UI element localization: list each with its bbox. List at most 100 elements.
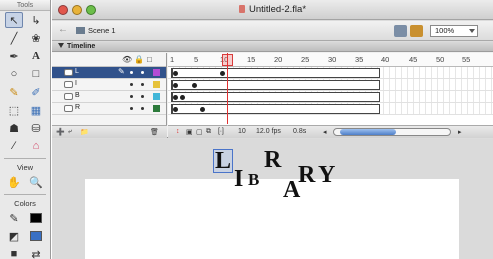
- lock-dot[interactable]: [141, 83, 144, 86]
- stroke-color-pencil-icon[interactable]: ✎: [5, 210, 23, 226]
- lock-dot[interactable]: [141, 71, 144, 74]
- stage-letter[interactable]: L: [215, 148, 231, 175]
- frames-area[interactable]: 1 5 10 15 20 25 30 35 40 45 50 55 ↕ ▣ ▢ ⧉ [∙] 10 12…: [168, 53, 493, 138]
- oval-tool-icon[interactable]: ○: [5, 66, 23, 82]
- pencil-tool-icon[interactable]: ✎: [5, 84, 23, 100]
- swap-colors-icon[interactable]: ⇄: [27, 246, 45, 259]
- center-frame-icon[interactable]: ↕: [176, 128, 180, 135]
- modify-onion-markers-icon[interactable]: [∙]: [218, 128, 224, 135]
- keyframe[interactable]: [180, 95, 185, 100]
- frame-span[interactable]: [171, 92, 380, 102]
- text-tool-icon[interactable]: A: [27, 48, 45, 64]
- eyedropper-tool-icon[interactable]: ∕: [5, 138, 23, 154]
- frame-span[interactable]: [171, 80, 380, 90]
- scrollbar-thumb[interactable]: [340, 129, 396, 135]
- zoom-tool-icon[interactable]: 🔍: [27, 174, 45, 190]
- outline-color-box[interactable]: [153, 105, 160, 112]
- ruler-tick: 15: [247, 55, 256, 64]
- subselect-tool-icon[interactable]: ↳: [27, 12, 45, 28]
- fill-color-bucket-icon[interactable]: ◩: [5, 228, 23, 244]
- fill-color-swatch[interactable]: [27, 228, 45, 244]
- edit-multiple-frames-icon[interactable]: ⧉: [206, 128, 211, 136]
- lasso-tool-icon[interactable]: ❀: [27, 30, 45, 46]
- line-tool-icon[interactable]: ╱: [5, 30, 23, 46]
- stage-pasteboard[interactable]: LIBRARY: [52, 139, 493, 259]
- delete-layer-icon[interactable]: 🗑: [150, 128, 159, 136]
- visibility-dot[interactable]: [130, 95, 133, 98]
- keyframe[interactable]: [192, 83, 197, 88]
- stage-canvas[interactable]: [85, 179, 459, 259]
- brush-tool-icon[interactable]: ✐: [27, 84, 45, 100]
- eraser-tool-icon[interactable]: ⌂: [27, 138, 45, 154]
- keyframe[interactable]: [173, 107, 178, 112]
- timeline-scrollbar[interactable]: [333, 128, 451, 136]
- stage-letter[interactable]: R: [264, 147, 281, 174]
- onion-skin-icon[interactable]: ▣: [186, 128, 193, 136]
- frame-row[interactable]: [168, 91, 493, 103]
- layer-row[interactable]: B: [52, 91, 166, 103]
- back-arrow-icon[interactable]: ←: [58, 24, 68, 35]
- keyframe[interactable]: [220, 71, 225, 76]
- layer-row[interactable]: L ✎: [52, 67, 166, 79]
- frame-rows: [168, 67, 493, 115]
- outline-color-box[interactable]: [153, 93, 160, 100]
- timeline-status-bar: ↕ ▣ ▢ ⧉ [∙] 10 12.0 fps 0.8s ◂ ▸: [168, 125, 493, 138]
- collapse-triangle-icon[interactable]: [58, 43, 64, 48]
- lock-dot[interactable]: [141, 107, 144, 110]
- show-hide-all-icon[interactable]: 👁: [122, 55, 132, 64]
- layer-name: L: [75, 68, 79, 75]
- outline-color-box[interactable]: [153, 81, 160, 88]
- layer-row[interactable]: R: [52, 103, 166, 115]
- edit-symbols-button[interactable]: [410, 25, 423, 37]
- keyframe[interactable]: [173, 95, 178, 100]
- onion-outlines-icon[interactable]: ▢: [196, 128, 203, 136]
- frame-row[interactable]: [168, 79, 493, 91]
- document-icon: [238, 5, 245, 13]
- timeline-label: Timeline: [67, 43, 96, 50]
- hand-tool-icon[interactable]: ✋: [5, 174, 23, 190]
- timeline-header[interactable]: Timeline: [52, 42, 493, 52]
- visibility-dot[interactable]: [130, 71, 133, 74]
- visibility-dot[interactable]: [130, 83, 133, 86]
- add-motion-guide-icon[interactable]: ⤶: [68, 128, 72, 136]
- frame-row[interactable]: [168, 67, 493, 79]
- scroll-right-icon[interactable]: ▸: [458, 128, 462, 136]
- keyframe[interactable]: [200, 107, 205, 112]
- free-transform-tool-icon[interactable]: ⬚: [5, 102, 23, 118]
- ruler-tick: 5: [194, 55, 199, 64]
- frame-row[interactable]: [168, 103, 493, 115]
- stage-letter[interactable]: R: [298, 162, 315, 189]
- stage-letter[interactable]: B: [248, 170, 259, 190]
- visibility-dot[interactable]: [130, 107, 133, 110]
- default-colors-icon[interactable]: ■: [5, 246, 23, 259]
- scroll-left-icon[interactable]: ◂: [323, 128, 327, 136]
- ruler-tick: 30: [328, 55, 337, 64]
- lock-all-icon[interactable]: 🔒: [134, 55, 144, 64]
- outline-color-box[interactable]: [153, 69, 160, 76]
- frame-span[interactable]: [171, 68, 380, 78]
- insert-folder-icon[interactable]: 📁: [80, 128, 89, 136]
- paint-bucket-tool-icon[interactable]: ⛁: [27, 120, 45, 136]
- tools-title: Tools: [0, 0, 50, 11]
- pen-tool-icon[interactable]: ✒: [5, 48, 23, 64]
- view-section-label: View: [16, 163, 34, 172]
- keyframe[interactable]: [173, 71, 178, 76]
- layer-row[interactable]: I: [52, 79, 166, 91]
- frame-ruler[interactable]: 1 5 10 15 20 25 30 35 40 45 50 55: [168, 53, 493, 67]
- zoom-select[interactable]: 100%: [430, 25, 478, 37]
- stroke-color-swatch[interactable]: [27, 210, 45, 226]
- ruler-tick: 20: [274, 55, 283, 64]
- scene-breadcrumb[interactable]: Scene 1: [76, 26, 116, 35]
- rectangle-tool-icon[interactable]: □: [27, 66, 45, 82]
- arrow-tool-icon[interactable]: ↖: [5, 12, 23, 28]
- stage-letter[interactable]: I: [234, 166, 243, 193]
- keyframe[interactable]: [173, 83, 178, 88]
- stage-letter[interactable]: Y: [318, 162, 335, 189]
- ruler-tick: 45: [409, 55, 418, 64]
- ink-bottle-tool-icon[interactable]: ☗: [5, 120, 23, 136]
- edit-scene-button[interactable]: [394, 25, 407, 37]
- fill-transform-tool-icon[interactable]: ▦: [27, 102, 45, 118]
- outline-all-icon[interactable]: □: [147, 55, 152, 64]
- insert-layer-icon[interactable]: ➕: [56, 128, 65, 136]
- lock-dot[interactable]: [141, 95, 144, 98]
